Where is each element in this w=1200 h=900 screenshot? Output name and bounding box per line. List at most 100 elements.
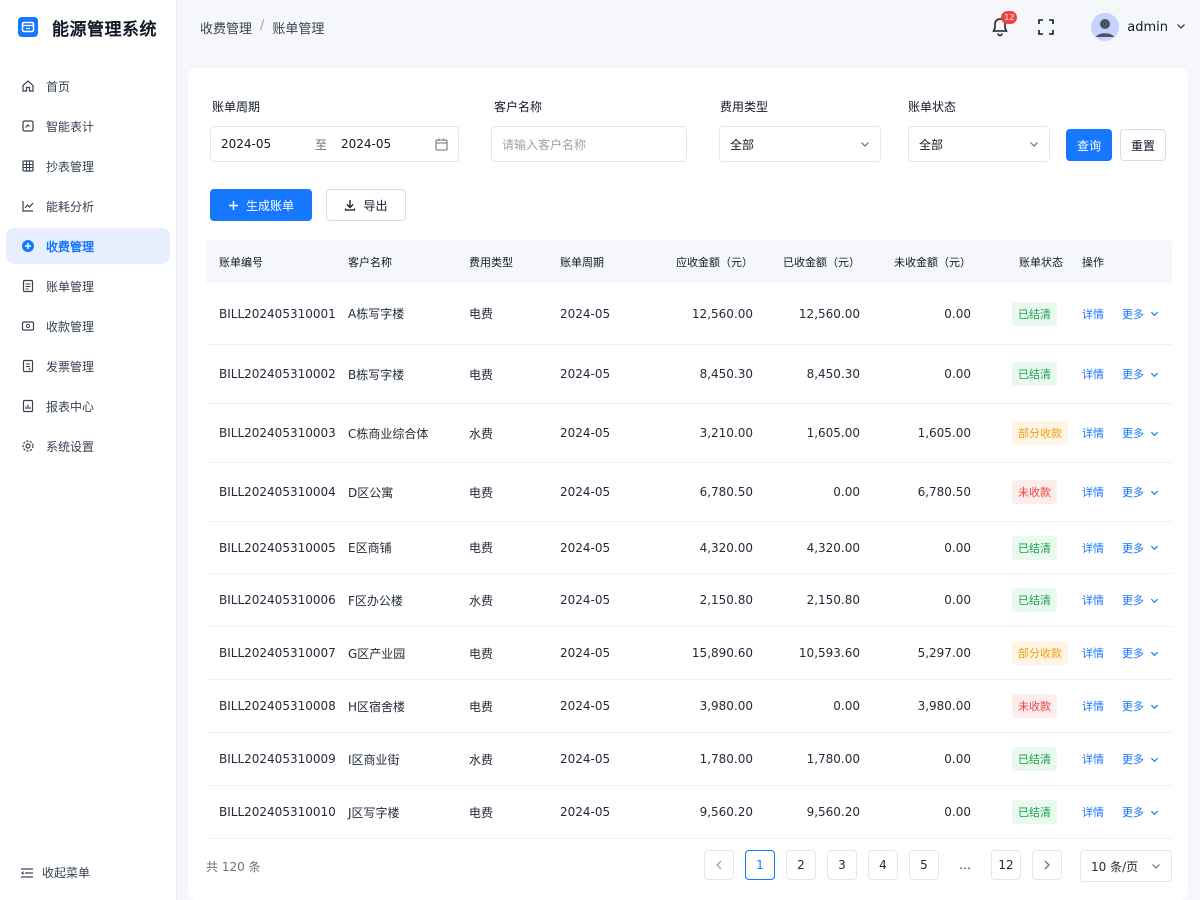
amount-unpaid: 0.00 [944,367,971,381]
sidebar-item-bill-management[interactable]: 账单管理 [6,268,170,304]
sidebar-item-reports[interactable]: 报表中心 [6,388,170,424]
detail-link[interactable]: 详情 [1082,592,1104,608]
customer-input[interactable]: 请输入客户名称 [491,126,687,162]
sidebar-item-energy-analysis[interactable]: 能耗分析 [6,188,170,224]
page-button-5[interactable]: 5 [909,850,939,880]
period-start-input[interactable]: 2024-05 [221,137,315,151]
detail-link[interactable]: 详情 [1082,366,1104,382]
more-dropdown[interactable]: 更多 [1122,540,1159,556]
collapse-menu-button[interactable]: 收起菜单 [20,864,90,881]
more-dropdown[interactable]: 更多 [1122,751,1159,767]
home-icon [20,78,36,94]
table-row: BILL202405310004 D区公寓 电费 2024-05 6,780.50 0.0… [206,463,1172,522]
export-button[interactable]: 导出 [326,189,406,221]
chevron-left-icon [716,860,722,870]
sidebar-item-label: 发票管理 [46,359,95,374]
status-badge: 已结清 [1012,535,1057,560]
page-button-12[interactable]: 12 [991,850,1021,880]
customer-placeholder: 请输入客户名称 [502,137,587,152]
table-row: BILL202405310005 E区商铺 电费 2024-05 4,320.00 4,3… [206,522,1172,574]
column-header: 费用类型 [469,255,513,269]
status-select[interactable]: 全部 [908,126,1050,162]
status-cell: 未收款 [971,480,1078,504]
more-dropdown[interactable]: 更多 [1122,698,1159,714]
more-label: 更多 [1122,486,1144,499]
detail-link[interactable]: 详情 [1082,751,1104,767]
user-avatar-icon [1091,13,1120,41]
more-dropdown[interactable]: 更多 [1122,366,1159,382]
table-row: BILL202405310002 B栋写字楼 电费 2024-05 8,450.30 8,… [206,345,1172,404]
status-badge: 部分收款 [1012,421,1068,445]
page-size-select[interactable]: 10 条/页 [1080,850,1172,882]
more-dropdown[interactable]: 更多 [1122,425,1159,441]
chart-icon [20,198,36,214]
more-dropdown[interactable]: 更多 [1122,645,1159,661]
breadcrumb: 收费管理 / 账单管理 [200,18,324,37]
amount-unpaid: 0.00 [944,593,971,607]
collapse-menu-label: 收起菜单 [42,866,91,880]
query-button[interactable]: 查询 [1066,129,1112,161]
sidebar-item-billing[interactable]: 收费管理 [6,228,170,264]
table-header: 账单编号 客户名称 费用类型 账单周期 应收金额（元） 已收金额（元） 未收金额… [206,240,1172,283]
top-header: 收费管理 / 账单管理 12 admin [177,0,1200,55]
generate-bill-button[interactable]: 生成账单 [210,189,312,221]
status-badge: 已结清 [1012,588,1057,612]
sidebar-item-payment[interactable]: 收款管理 [6,308,170,344]
bill-id: BILL202405310006 [219,593,336,607]
amount-due: 6,780.50 [699,485,753,499]
fee-type: 电费 [469,485,494,500]
username[interactable]: admin [1127,20,1168,35]
more-dropdown[interactable]: 更多 [1122,484,1159,500]
reset-button[interactable]: 重置 [1120,129,1166,161]
detail-link[interactable]: 详情 [1082,484,1104,500]
page-button-2[interactable]: 2 [786,850,816,880]
amount-paid: 1,780.00 [806,752,860,766]
sidebar-item-settings[interactable]: 系统设置 [6,428,170,464]
amount-due: 9,560.20 [699,805,753,819]
breadcrumb-item-billing[interactable]: 收费管理 [200,18,252,37]
period-range-picker[interactable]: 2024-05 至 2024-05 [210,126,459,162]
amount-due: 8,450.30 [699,367,753,381]
notification-button[interactable]: 12 [991,11,1018,37]
sidebar-item-home[interactable]: 首页 [6,68,170,104]
chevron-down-icon [1029,139,1039,149]
chevron-down-icon [1150,598,1159,603]
fee-type: 水费 [469,593,494,608]
detail-link[interactable]: 详情 [1082,698,1104,714]
bill-period: 2024-05 [560,485,611,499]
status-cell: 已结清 [971,800,1078,824]
detail-link[interactable]: 详情 [1082,645,1104,661]
sidebar-item-invoice[interactable]: 发票管理 [6,348,170,384]
page-button-1[interactable]: 1 [745,850,775,880]
page-button-3[interactable]: 3 [827,850,857,880]
fullscreen-button[interactable] [1037,18,1055,36]
gear-icon [20,438,36,454]
calendar-icon[interactable] [435,138,448,151]
avatar[interactable] [1091,13,1120,41]
detail-link[interactable]: 详情 [1082,306,1104,322]
more-dropdown[interactable]: 更多 [1122,804,1159,820]
detail-link[interactable]: 详情 [1082,804,1104,820]
more-label: 更多 [1122,427,1144,440]
collapse-icon [20,867,34,879]
sidebar-item-smart-meter[interactable]: 智能表计 [6,108,170,144]
actions-cell: 详情 更多 [1078,751,1172,767]
logo-icon [18,17,38,37]
period-end-input[interactable]: 2024-05 [341,137,391,151]
next-page-button[interactable] [1032,850,1062,880]
billing-icon [20,238,36,254]
chevron-down-icon[interactable] [1176,20,1186,34]
more-label: 更多 [1122,647,1144,660]
detail-link[interactable]: 详情 [1082,425,1104,441]
detail-link[interactable]: 详情 [1082,540,1104,556]
sidebar-item-meter-reading[interactable]: 抄表管理 [6,148,170,184]
prev-page-button[interactable] [704,850,734,880]
page-ellipsis[interactable]: … [950,850,980,880]
more-label: 更多 [1122,541,1144,555]
more-dropdown[interactable]: 更多 [1122,306,1159,322]
more-dropdown[interactable]: 更多 [1122,592,1159,608]
bill-id: BILL202405310005 [219,540,336,555]
fee-type-select[interactable]: 全部 [719,126,881,162]
customer-name: E区商铺 [348,541,392,555]
page-button-4[interactable]: 4 [868,850,898,880]
